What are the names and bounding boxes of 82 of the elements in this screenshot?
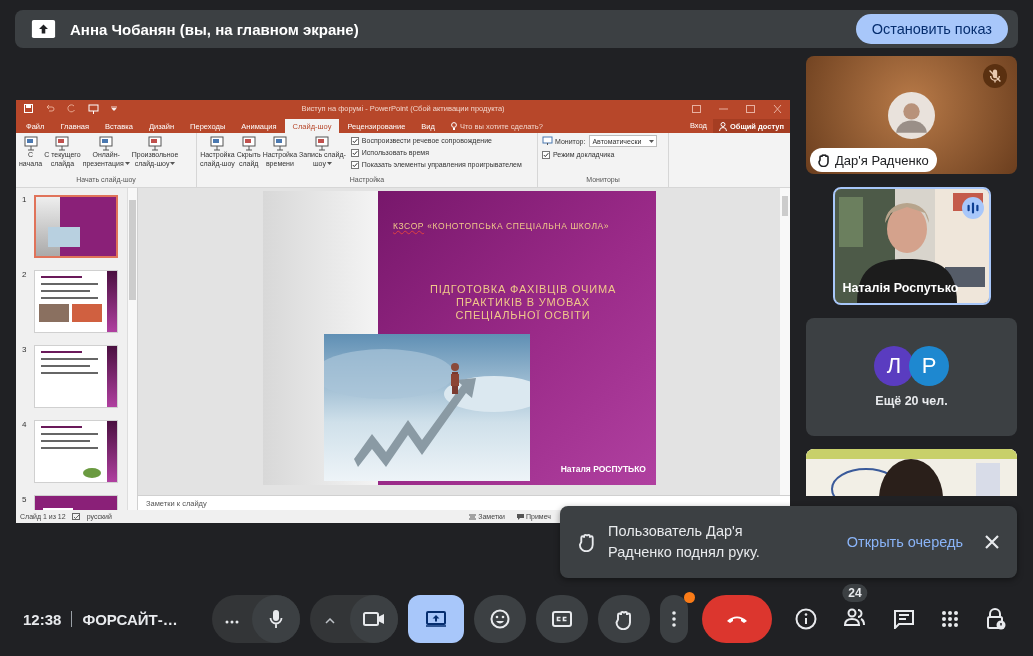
slide-thumbnail[interactable] [34, 420, 118, 483]
more-options-button[interactable] [660, 595, 688, 643]
projector-screen-icon [147, 135, 164, 151]
ribbon-display-icon[interactable] [692, 104, 701, 113]
slide-thumbnail[interactable] [34, 345, 118, 408]
leave-call-button[interactable] [702, 595, 772, 643]
projector-screen-icon [271, 135, 288, 151]
hand-icon [578, 532, 596, 552]
caret-icon [170, 162, 176, 166]
maximize-icon[interactable] [746, 104, 755, 113]
projector-screen-icon [314, 135, 331, 151]
projector-screen-icon [22, 135, 39, 151]
avatar [888, 92, 935, 139]
checkbox[interactable] [350, 148, 359, 157]
spellcheck-icon [71, 512, 81, 521]
camera-icon [363, 611, 385, 627]
comment-icon [517, 513, 525, 520]
meeting-name: ФОРСАЙТ-… [82, 610, 178, 628]
people-icon[interactable] [843, 608, 867, 626]
slide-subtitle-abbreviation: КЗСОР [393, 221, 425, 231]
open-queue-link[interactable]: Открыть очередь [846, 534, 963, 550]
slide-subtitle: «КОНОТОПСЬКА СПЕЦІАЛЬНА ШКОЛА» [427, 221, 610, 231]
avatar: Р [909, 346, 949, 386]
present-icon [31, 19, 56, 39]
participant-name: Дар'я Радченко [835, 152, 929, 168]
caret-icon[interactable] [111, 106, 117, 111]
stop-sharing-button[interactable]: Остановить показ [855, 14, 1008, 44]
microphone-button[interactable] [252, 595, 300, 643]
slide-thumbnail[interactable] [34, 270, 118, 333]
present-button[interactable] [408, 595, 464, 643]
slide-number: 5 [22, 495, 28, 506]
slide-number: 4 [22, 420, 28, 431]
undo-icon[interactable] [45, 104, 55, 113]
person-icon [718, 121, 727, 131]
captions-button[interactable] [536, 595, 588, 643]
save-icon[interactable] [24, 104, 33, 113]
chat-icon[interactable] [893, 609, 915, 629]
slide-title: ПІДГОТОВКА ФАХІВЦІВ ОЧИМА ПРАКТИКІВ В УМОВАХ СПЕЦІАЛЬНОЇ ОСВІТИ [428, 283, 618, 322]
avatar: Л [874, 346, 914, 386]
more-vertical-icon [672, 611, 676, 627]
reactions-button[interactable] [474, 595, 526, 643]
monitor-icon [542, 136, 553, 146]
info-icon[interactable] [795, 608, 817, 630]
more-icon [225, 619, 239, 624]
camera-button[interactable] [350, 595, 398, 643]
slide-author: Наталя РОСПУТЬКО [560, 464, 646, 474]
lightbulb-icon [450, 121, 457, 131]
more-participants-label: Ещё 20 чел. [875, 394, 948, 408]
scrollbar[interactable] [127, 188, 137, 510]
projector-screen-icon [54, 135, 71, 151]
slide-number: 3 [22, 345, 28, 356]
apps-grid-icon[interactable] [941, 610, 959, 628]
slide-thumbnail[interactable] [34, 195, 118, 258]
notes-icon [469, 513, 477, 520]
lock-icon[interactable] [985, 608, 1007, 630]
slide-number: 1 [22, 195, 28, 206]
checkbox[interactable] [350, 160, 359, 169]
audio-level-icon [961, 197, 984, 219]
participant-name: Наталія Роспутько [842, 281, 959, 295]
slide-number: 2 [22, 270, 28, 281]
sharing-title: Анна Чобанян (вы, на главном экране) [70, 20, 360, 38]
clock-time: 12:38 [23, 610, 62, 628]
projector-screen-icon [240, 135, 257, 151]
hand-icon [615, 608, 633, 630]
caret-icon [124, 162, 130, 166]
present-screen-icon [426, 611, 446, 627]
projector-screen-icon [209, 135, 226, 151]
caret-icon [326, 162, 332, 166]
captions-icon [552, 611, 572, 627]
scrollbar[interactable] [780, 188, 790, 495]
caret-icon [649, 139, 655, 143]
checkbox[interactable] [350, 136, 359, 145]
emoji-icon [490, 609, 510, 629]
participant-count-badge: 24 [842, 584, 868, 602]
projector-screen-icon [98, 135, 115, 151]
checkbox[interactable] [542, 150, 550, 159]
microphone-icon [269, 609, 283, 629]
notification-message: Пользователь Дар'я Радченко поднял руку. [608, 522, 761, 562]
projector-screen-icon[interactable] [88, 103, 99, 114]
hang-up-icon [725, 614, 749, 624]
caret-up-icon [325, 617, 335, 624]
raise-hand-button[interactable] [598, 595, 650, 643]
